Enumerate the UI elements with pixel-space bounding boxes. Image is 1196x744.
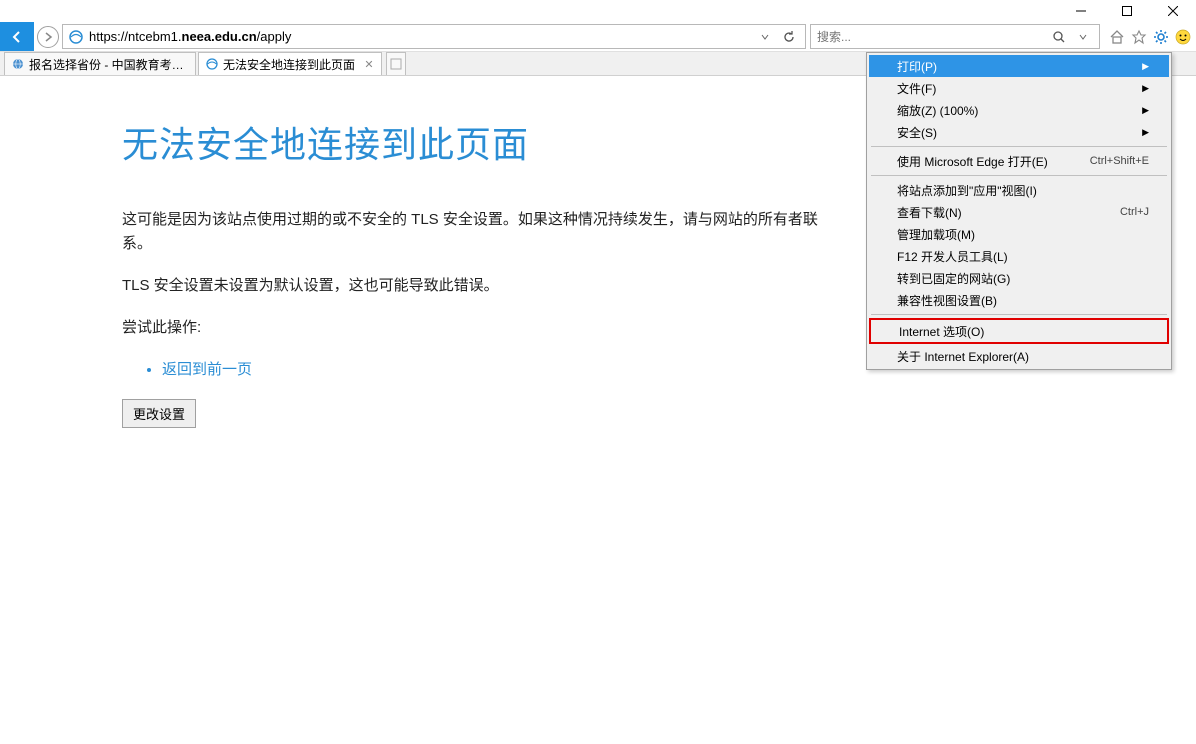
window-titlebar xyxy=(0,0,1196,22)
navigation-bar: https://ntcebm1.neea.edu.cn/apply xyxy=(0,22,1196,52)
address-text[interactable]: https://ntcebm1.neea.edu.cn/apply xyxy=(85,27,753,46)
tools-menu: 打印(P)▶ 文件(F)▶ 缩放(Z) (100%)▶ 安全(S)▶ 使用 Mi… xyxy=(866,52,1172,370)
search-input[interactable] xyxy=(815,28,1047,46)
menu-about-ie[interactable]: 关于 Internet Explorer(A) xyxy=(869,345,1169,367)
ie-favicon-icon xyxy=(205,57,219,71)
error-paragraph-2: TLS 安全设置未设置为默认设置，这也可能导致此错误。 xyxy=(122,274,822,298)
menu-f12-devtools[interactable]: F12 开发人员工具(L) xyxy=(869,245,1169,267)
tab-1[interactable]: 无法安全地连接到此页面 ✕ xyxy=(198,52,382,75)
window-close-button[interactable] xyxy=(1150,0,1196,22)
home-icon[interactable] xyxy=(1108,28,1126,46)
menu-compat-view[interactable]: 兼容性视图设置(B) xyxy=(869,289,1169,311)
globe-favicon-icon xyxy=(11,57,25,71)
back-link[interactable]: 返回到前一页 xyxy=(162,361,252,378)
ie-favicon-icon xyxy=(67,28,85,46)
change-settings-button[interactable]: 更改设置 xyxy=(122,399,196,428)
tab-title: 无法安全地连接到此页面 xyxy=(223,56,355,73)
tab-close-button[interactable]: ✕ xyxy=(363,58,375,70)
submenu-arrow-icon: ▶ xyxy=(1142,83,1149,94)
menu-print[interactable]: 打印(P)▶ xyxy=(869,55,1169,77)
menu-separator xyxy=(871,146,1167,147)
window-minimize-button[interactable] xyxy=(1058,0,1104,22)
submenu-arrow-icon: ▶ xyxy=(1142,127,1149,138)
forward-button[interactable] xyxy=(34,22,62,51)
menu-safety[interactable]: 安全(S)▶ xyxy=(869,121,1169,143)
menu-separator xyxy=(871,175,1167,176)
error-paragraph-1: 这可能是因为该站点使用过期的或不安全的 TLS 安全设置。如果这种情况持续发生，… xyxy=(122,208,822,256)
search-button[interactable] xyxy=(1047,30,1071,44)
try-label: 尝试此操作: xyxy=(122,316,822,340)
submenu-arrow-icon: ▶ xyxy=(1142,105,1149,116)
window-maximize-button[interactable] xyxy=(1104,0,1150,22)
tools-gear-icon[interactable] xyxy=(1152,28,1170,46)
refresh-button[interactable] xyxy=(777,30,801,44)
back-button[interactable] xyxy=(0,22,34,51)
smiley-feedback-icon[interactable] xyxy=(1174,28,1192,46)
menu-separator xyxy=(871,314,1167,315)
menu-open-edge[interactable]: 使用 Microsoft Edge 打开(E)Ctrl+Shift+E xyxy=(869,150,1169,172)
highlighted-box: Internet 选项(O) xyxy=(869,318,1169,344)
menu-add-to-apps[interactable]: 将站点添加到"应用"视图(I) xyxy=(869,179,1169,201)
menu-file[interactable]: 文件(F)▶ xyxy=(869,77,1169,99)
favorites-icon[interactable] xyxy=(1130,28,1148,46)
menu-zoom[interactable]: 缩放(Z) (100%)▶ xyxy=(869,99,1169,121)
tab-0[interactable]: 报名选择省份 - 中国教育考试网 xyxy=(4,52,196,75)
menu-view-downloads[interactable]: 查看下载(N)Ctrl+J xyxy=(869,201,1169,223)
submenu-arrow-icon: ▶ xyxy=(1142,61,1149,72)
menu-manage-addons[interactable]: 管理加载项(M) xyxy=(869,223,1169,245)
search-dropdown-icon[interactable] xyxy=(1071,33,1095,41)
menu-pinned-sites[interactable]: 转到已固定的网站(G) xyxy=(869,267,1169,289)
toolbar-right xyxy=(1104,22,1196,51)
address-bar[interactable]: https://ntcebm1.neea.edu.cn/apply xyxy=(62,24,806,49)
search-bar[interactable] xyxy=(810,24,1100,49)
tab-title: 报名选择省份 - 中国教育考试网 xyxy=(29,56,189,73)
new-tab-button[interactable] xyxy=(386,52,406,75)
menu-internet-options[interactable]: Internet 选项(O) xyxy=(871,320,1167,342)
address-dropdown-icon[interactable] xyxy=(753,33,777,41)
